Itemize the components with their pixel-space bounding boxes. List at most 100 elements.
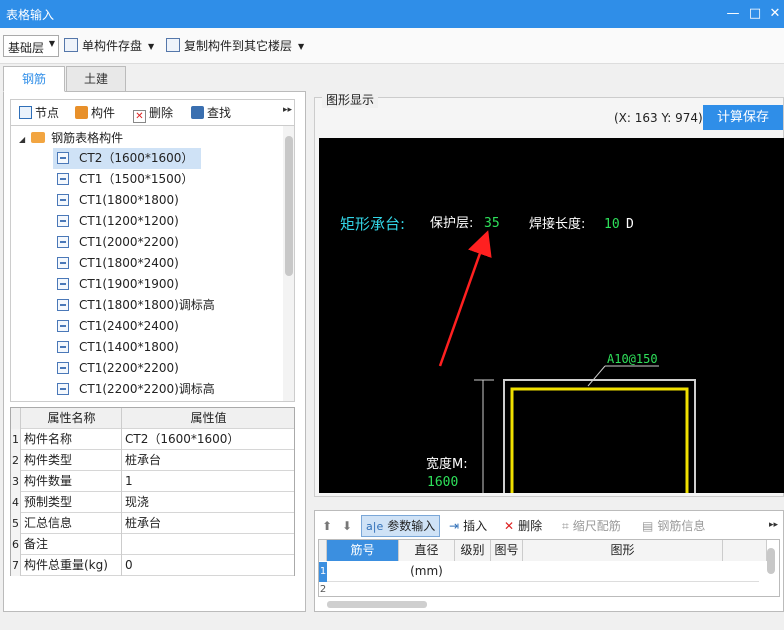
- tree-root-label: 钢筋表格构件: [51, 131, 124, 145]
- table-row[interactable]: [319, 562, 759, 582]
- binoculars-icon: [191, 106, 204, 119]
- copy-to-floors-button[interactable]: 复制构件到其它楼层 ▼: [166, 36, 304, 56]
- tab-civil[interactable]: 土建: [66, 66, 126, 92]
- rebar-grid: 筋号 直径(mm) 级别 图号 图形 1 2: [318, 539, 780, 608]
- property-value[interactable]: 桩承台: [123, 450, 294, 471]
- property-row[interactable]: 3 构件数量 1: [11, 471, 294, 492]
- rebar-delete-button[interactable]: ✕ 删除: [504, 517, 542, 535]
- rebar-label[interactable]: A10@150: [607, 352, 658, 366]
- tree-item[interactable]: CT1(2200*2200): [53, 358, 187, 379]
- tree-item[interactable]: CT1(2200*2200)调标高: [53, 379, 223, 400]
- main-toolbar: 基础层 ▼ 单构件存盘 ▼ 复制构件到其它楼层 ▼: [0, 28, 784, 64]
- more-icon[interactable]: ▸▸: [769, 520, 778, 530]
- collapse-icon[interactable]: ◢: [19, 135, 25, 144]
- info-icon: ▤: [642, 519, 654, 533]
- add-node-button[interactable]: 节点: [19, 104, 59, 122]
- tree-item[interactable]: CT1(1800*1800): [53, 190, 187, 211]
- param-input-button[interactable]: a|e 参数输入: [361, 515, 441, 537]
- width-value[interactable]: 1600: [427, 475, 458, 490]
- tree-item-label: CT2（1600*1600）: [79, 151, 194, 165]
- rebar-outline: [510, 387, 689, 493]
- tree-scroll-thumb[interactable]: [285, 136, 293, 276]
- tree-item[interactable]: CT1(2000*2200): [53, 232, 187, 253]
- tree-item[interactable]: CT1(1800*1800)调标高: [53, 295, 223, 316]
- property-row[interactable]: 4 预制类型 现浇: [11, 492, 294, 513]
- tab-rebar[interactable]: 钢筋: [3, 66, 65, 92]
- tree-item[interactable]: CT1(1400*1800): [53, 337, 187, 358]
- floor-select[interactable]: 基础层 ▼: [3, 35, 59, 57]
- rebar-info-button[interactable]: ▤ 钢筋信息: [642, 517, 705, 535]
- row-number-1[interactable]: 1: [319, 562, 327, 582]
- insert-icon: ⇥: [449, 519, 460, 533]
- property-row-number: 3: [11, 471, 21, 492]
- maximize-button[interactable]: □: [746, 5, 764, 23]
- property-grid: 属性名称 属性值 1 构件名称 CT2（1600*1600） 2 构件类型 桩承台 3 构件数…: [10, 407, 295, 576]
- cover-value[interactable]: 35: [484, 216, 500, 231]
- weld-value[interactable]: 10: [604, 217, 620, 232]
- col-grade[interactable]: 级别: [455, 540, 491, 561]
- add-node-icon: [19, 106, 32, 119]
- property-row-number: 5: [11, 513, 21, 534]
- tree-item-label: CT1(1900*1900): [79, 277, 179, 291]
- component-node-icon: [57, 341, 69, 353]
- property-row[interactable]: 7 构件总重量(kg) 0: [11, 555, 294, 576]
- rebar-delete-label: 删除: [518, 519, 543, 533]
- tree-item[interactable]: CT1(1900*1900): [53, 274, 187, 295]
- tree-item-label: CT1（1500*1500）: [79, 172, 194, 186]
- window-titlebar: 表格输入 — □ ✕: [0, 0, 784, 28]
- drawing-canvas[interactable]: 矩形承台: 保护层: 35 焊接长度: 10 D A10@150 宽度M: 16…: [319, 138, 784, 493]
- tree-scrollbar[interactable]: [283, 126, 294, 401]
- property-row-number: 2: [11, 450, 21, 471]
- close-button[interactable]: ✕: [766, 5, 784, 23]
- tree-item[interactable]: CT1(1200*1200): [53, 211, 187, 232]
- save-component-button[interactable]: 单构件存盘 ▼: [64, 36, 154, 56]
- add-component-button[interactable]: 构件: [75, 104, 115, 122]
- tree-item[interactable]: CT2（1600*1600）: [53, 148, 202, 169]
- insert-button[interactable]: ⇥ 插入: [449, 517, 487, 535]
- tree-root[interactable]: ◢ 钢筋表格构件: [19, 129, 123, 147]
- component-tree: ◢ 钢筋表格构件 CT2（1600*1600） CT1（1500*1500） CT1(…: [10, 125, 295, 402]
- grid-hscroll-thumb[interactable]: [327, 601, 427, 608]
- property-value[interactable]: 0: [123, 555, 294, 576]
- property-name: 备注: [22, 534, 122, 555]
- col-figure-number[interactable]: 图号: [491, 540, 523, 561]
- col-shape[interactable]: 图形: [523, 540, 723, 561]
- copy-icon: [166, 38, 180, 52]
- coordinate-readout: (X: 163 Y: 974): [614, 111, 703, 125]
- move-down-icon[interactable]: ⬇: [342, 517, 352, 535]
- move-up-icon[interactable]: ⬆: [322, 517, 332, 535]
- property-value[interactable]: CT2（1600*1600）: [123, 429, 294, 450]
- property-name-header: 属性名称: [22, 408, 122, 429]
- col-bar-number[interactable]: 筋号: [327, 540, 399, 561]
- property-row[interactable]: 1 构件名称 CT2（1600*1600）: [11, 429, 294, 450]
- tree-item[interactable]: CT1（1500*1500）: [53, 169, 201, 190]
- property-row[interactable]: 5 汇总信息 桩承台: [11, 513, 294, 534]
- component-node-icon: [57, 278, 69, 290]
- weld-label: 焊接长度:: [529, 216, 585, 232]
- find-button[interactable]: 查找: [191, 104, 231, 122]
- calculate-save-button[interactable]: 计算保存: [703, 105, 783, 130]
- tree-toolbar: 节点 构件 ✕ 删除 查找 ▸▸: [10, 99, 295, 125]
- tree-item[interactable]: CT1(1800*2400): [53, 253, 187, 274]
- col-diameter[interactable]: 直径(mm): [399, 540, 455, 578]
- property-name: 构件名称: [22, 429, 122, 450]
- chevron-down-icon: ▼: [298, 42, 305, 51]
- minimize-button[interactable]: —: [724, 5, 742, 23]
- component-node-icon: [57, 236, 69, 248]
- scale-config-button[interactable]: ⌗ 缩尺配筋: [562, 517, 621, 535]
- insert-label: 插入: [463, 519, 488, 533]
- property-row[interactable]: 2 构件类型 桩承台: [11, 450, 294, 471]
- tree-item[interactable]: CT1(2400*2400): [53, 316, 187, 337]
- row-number-2[interactable]: 2: [319, 583, 327, 597]
- property-name: 预制类型: [22, 492, 122, 513]
- more-icon[interactable]: ▸▸: [283, 105, 292, 115]
- property-value[interactable]: 桩承台: [123, 513, 294, 534]
- property-row[interactable]: 6 备注: [11, 534, 294, 555]
- col-extra: [723, 540, 767, 561]
- property-value[interactable]: [123, 534, 294, 555]
- property-value[interactable]: 现浇: [123, 492, 294, 513]
- property-value-header: 属性值: [190, 411, 227, 425]
- grid-vscroll-thumb[interactable]: [767, 548, 775, 574]
- property-value[interactable]: 1: [123, 471, 294, 492]
- delete-button[interactable]: ✕ 删除: [133, 104, 173, 123]
